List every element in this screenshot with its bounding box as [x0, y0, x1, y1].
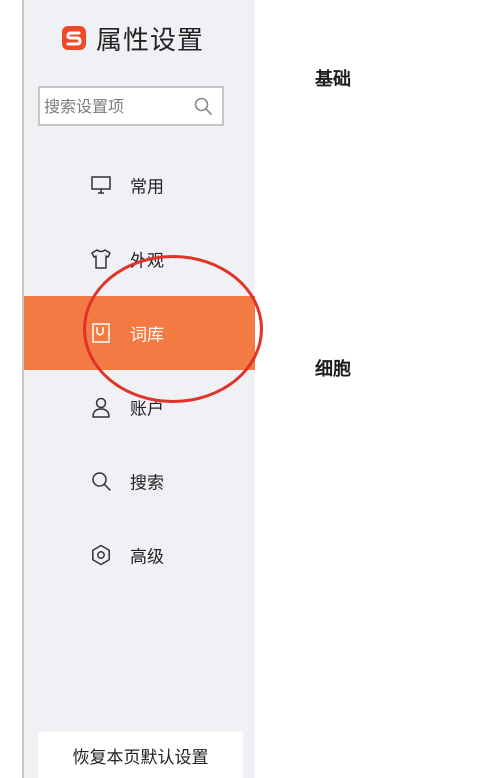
reset-defaults-button[interactable]: 恢复本页默认设置 [38, 732, 243, 778]
sidebar-item-search[interactable]: 搜索 [24, 444, 255, 518]
sidebar: 属性设置 常用 外观 [24, 0, 263, 778]
sidebar-item-label: 常用 [130, 177, 164, 198]
sidebar-item-label: 词库 [130, 325, 164, 346]
search-icon [194, 97, 212, 115]
sidebar-item-dictionary[interactable]: 词库 [24, 296, 255, 370]
brand-header: 属性设置 [62, 18, 204, 58]
sidebar-item-label: 账户 [130, 399, 164, 420]
sidebar-item-general[interactable]: 常用 [24, 148, 255, 222]
section-heading-basic: 基础 [315, 69, 351, 90]
sogou-logo-icon [62, 26, 86, 50]
search-button[interactable] [189, 92, 217, 120]
shirt-icon [90, 248, 112, 270]
sidebar-item-label: 搜索 [130, 473, 164, 494]
gear-icon [90, 544, 112, 566]
book-icon [90, 322, 112, 344]
sidebar-item-advanced[interactable]: 高级 [24, 518, 255, 592]
page-title: 属性设置 [96, 25, 205, 56]
search-box [38, 86, 224, 126]
settings-content: 基础 细胞 [255, 0, 480, 778]
sidebar-item-appearance[interactable]: 外观 [24, 222, 255, 296]
search-input[interactable] [44, 90, 189, 122]
sidebar-item-label: 高级 [130, 547, 164, 568]
user-icon [90, 396, 112, 418]
section-heading-detail: 细胞 [315, 359, 351, 380]
sidebar-item-label: 外观 [130, 251, 164, 272]
sidebar-item-account[interactable]: 账户 [24, 370, 255, 444]
window-left-edge [0, 0, 24, 778]
search-icon [90, 470, 112, 492]
monitor-icon [90, 174, 112, 196]
